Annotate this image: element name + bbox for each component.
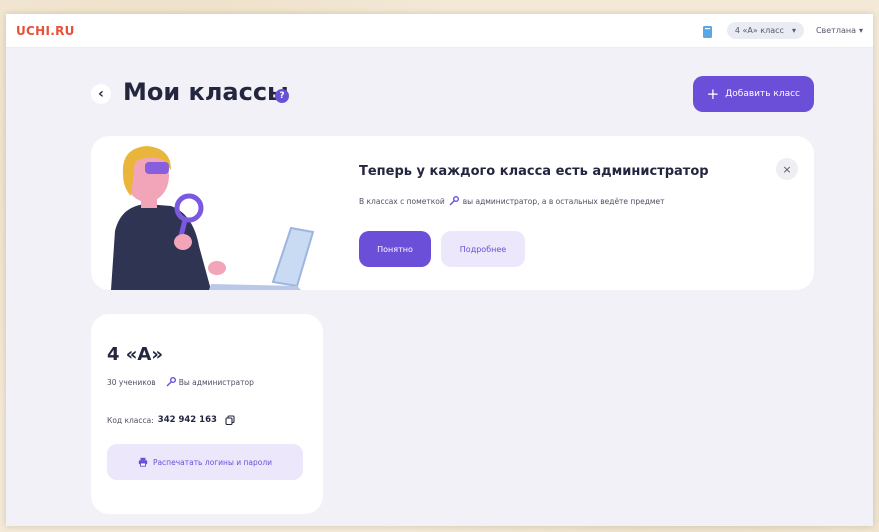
class-card[interactable]: 4 «А» 30 учеников Вы администратор Код к… (91, 314, 323, 514)
class-code-row: Код класса: 342 942 163 (107, 415, 235, 426)
chevron-down-icon: ▾ (791, 26, 796, 35)
more-info-button[interactable]: Подробнее (441, 231, 525, 267)
chevron-down-icon: ▾ (858, 26, 863, 35)
ok-button[interactable]: Понятно (359, 231, 431, 267)
logo[interactable]: UCHI.RU (16, 24, 75, 38)
class-name[interactable]: 4 «А» (107, 344, 163, 365)
teacher-illustration (101, 136, 321, 290)
print-logins-button[interactable]: Распечатать логины и пароли (107, 444, 303, 480)
key-icon (166, 377, 176, 387)
copy-icon[interactable] (225, 415, 235, 426)
printer-icon (138, 457, 148, 467)
plus-icon: + (706, 85, 720, 103)
banner-text: В классах с пометкой вы администратор, а… (359, 196, 665, 206)
key-icon (449, 196, 459, 206)
book-icon[interactable] (701, 24, 715, 38)
class-code-value: 342 942 163 (157, 415, 217, 425)
page-header: ‹ Мои классы ? + Добавить класс (91, 76, 814, 116)
admin-tag: Вы администратор (166, 377, 254, 387)
top-bar: UCHI.RU 4 «А» класс ▾ Светлана ▾ (6, 14, 873, 48)
add-class-button[interactable]: + Добавить класс (692, 76, 814, 112)
students-count: 30 учеников (107, 377, 156, 387)
banner-text-part-1: В классах с пометкой (359, 196, 445, 206)
admin-info-banner: Теперь у каждого класса есть администрат… (91, 136, 814, 290)
chevron-left-icon: ‹ (98, 86, 104, 102)
user-menu[interactable]: Светлана ▾ (816, 26, 863, 35)
user-name: Светлана (815, 26, 856, 35)
class-selector-value: 4 «А» класс (734, 26, 784, 35)
class-code-label: Код класса: (107, 415, 154, 425)
print-logins-label: Распечатать логины и пароли (152, 457, 273, 467)
class-meta: 30 учеников Вы администратор (107, 377, 254, 387)
banner-title: Теперь у каждого класса есть администрат… (359, 164, 709, 179)
class-selector[interactable]: 4 «А» класс ▾ (726, 22, 804, 39)
add-class-label: Добавить класс (725, 89, 800, 99)
banner-text-part-2: вы администратор, а в остальных ведёте п… (462, 196, 665, 206)
admin-label: Вы администратор (178, 377, 254, 387)
page-title: Мои классы (123, 78, 289, 106)
help-icon[interactable]: ? (275, 89, 289, 103)
app-window: UCHI.RU 4 «А» класс ▾ Светлана ▾ ‹ Мои к… (6, 14, 873, 526)
close-icon[interactable]: × (776, 158, 798, 180)
back-button[interactable]: ‹ (91, 84, 111, 104)
